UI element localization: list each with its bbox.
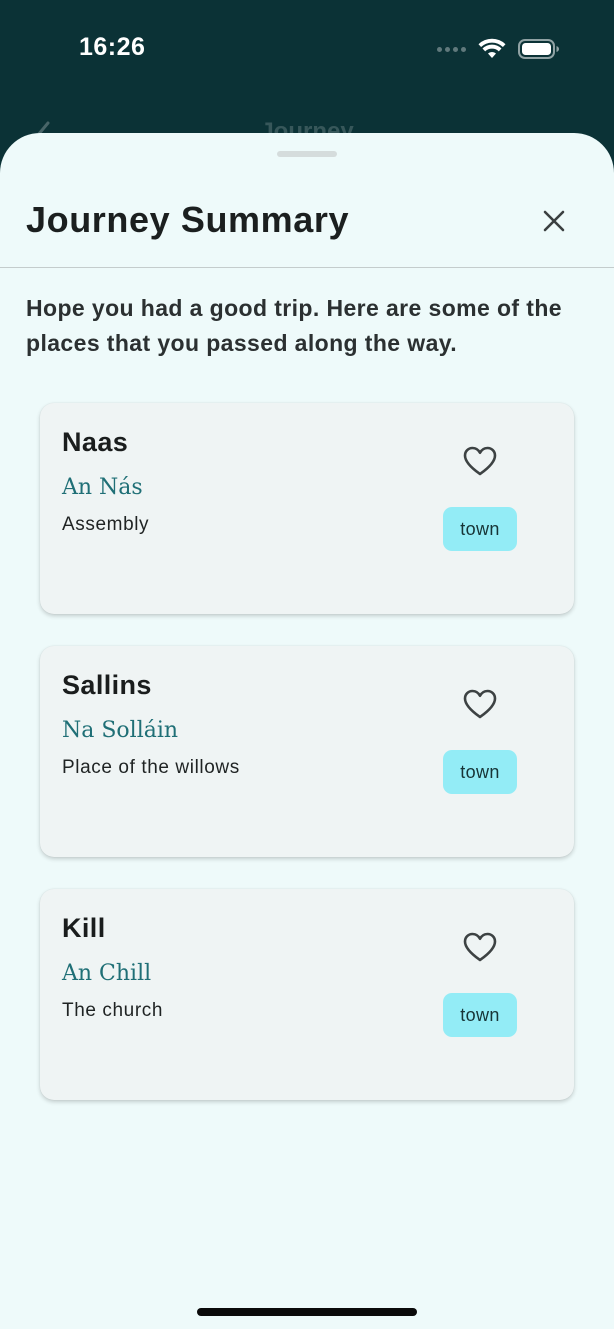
place-card[interactable]: Naas An Nás Assembly town — [40, 403, 574, 614]
status-bar: 16:26 — [0, 0, 614, 100]
place-type-badge: town — [443, 750, 517, 794]
heart-outline-icon — [463, 689, 497, 719]
favorite-button[interactable] — [460, 441, 500, 481]
close-button[interactable] — [536, 203, 572, 239]
place-name: Naas — [62, 427, 129, 457]
sheet-grabber[interactable] — [277, 151, 337, 157]
journey-summary-sheet: Journey Summary Hope you had a good trip… — [0, 133, 614, 1329]
sheet-title: Journey Summary — [26, 199, 350, 240]
place-card[interactable]: Kill An Chill The church town — [40, 889, 574, 1100]
place-meaning: Assembly — [62, 514, 150, 535]
place-name: Sallins — [62, 670, 152, 700]
sheet-header: Journey Summary — [0, 173, 614, 268]
favorite-button[interactable] — [460, 927, 500, 967]
intro-text: Hope you had a good trip. Here are some … — [26, 295, 562, 356]
status-time: 16:26 — [79, 33, 146, 61]
place-meaning: Place of the willows — [62, 757, 240, 778]
heart-outline-icon — [463, 446, 497, 476]
home-indicator[interactable] — [197, 1308, 417, 1316]
heart-outline-icon — [463, 932, 497, 962]
place-irish-name: Na Solláin — [62, 718, 179, 743]
place-type-badge: town — [443, 507, 517, 551]
place-irish-name: An Nás — [62, 475, 143, 500]
place-name: Kill — [62, 913, 106, 943]
place-irish-name: An Chill — [62, 961, 152, 986]
place-type-badge: town — [443, 993, 517, 1037]
place-card[interactable]: Sallins Na Solláin Place of the willows … — [40, 646, 574, 857]
place-list: Naas An Nás Assembly town Sallins Na Sol… — [40, 403, 574, 1132]
battery-icon — [518, 39, 559, 59]
favorite-button[interactable] — [460, 684, 500, 724]
signal-icon — [437, 46, 466, 52]
wifi-icon — [478, 38, 506, 58]
screen: 16:26 Journey Journey Summary Hope you h… — [0, 0, 614, 1329]
place-meaning: The church — [62, 1000, 164, 1021]
close-icon — [543, 210, 565, 232]
status-icons — [437, 38, 560, 60]
